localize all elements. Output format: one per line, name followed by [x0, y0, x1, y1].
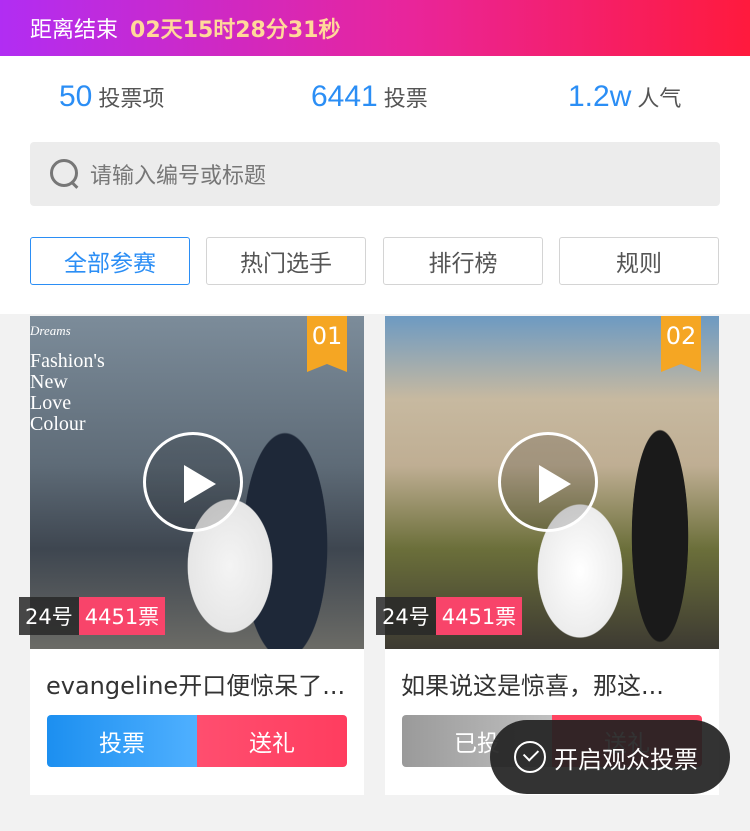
stat-value: 50 [59, 80, 93, 113]
countdown-label: 距离结束 [30, 18, 119, 43]
stat-vote-items: 50 投票项 [59, 80, 164, 114]
countdown-bar: 距离结束 02天15时28分31秒 [0, 0, 750, 56]
header-panel: 50 投票项 6441 投票 1.2w 人气 请输入编号或标题 全部参赛 热门选… [0, 56, 750, 314]
stat-label: 人气 [637, 87, 682, 112]
tab-rules[interactable]: 规则 [559, 237, 719, 285]
search-placeholder: 请输入编号或标题 [90, 164, 267, 189]
entry-title[interactable]: evangeline开口便惊呆了... [46, 666, 350, 701]
stat-popularity: 1.2w 人气 [568, 80, 681, 114]
audience-vote-label: 开启观众投票 [554, 745, 698, 774]
stat-value: 6441 [311, 80, 378, 113]
tab-leaderboard[interactable]: 排行榜 [383, 237, 543, 285]
check-circle-icon [514, 741, 546, 773]
tab-hot-players[interactable]: 热门选手 [206, 237, 366, 285]
entry-title[interactable]: 如果说这是惊喜，那这... [401, 666, 705, 701]
rank-ribbon: 01 [307, 316, 347, 372]
entry-vote-count: 4451票 [435, 597, 523, 635]
filter-tabs: 全部参赛 热门选手 排行榜 规则 [30, 237, 720, 285]
gift-button[interactable]: 送礼 [197, 715, 347, 767]
stats-row: 50 投票项 6441 投票 1.2w 人气 [0, 80, 750, 120]
stat-label: 投票项 [98, 87, 165, 112]
search-input[interactable]: 请输入编号或标题 [30, 142, 720, 206]
search-icon [50, 159, 80, 189]
stat-votes: 6441 投票 [311, 80, 428, 114]
entry-badges: 24号 4451票 [19, 597, 166, 635]
vote-button[interactable]: 投票 [47, 715, 197, 767]
entry-vote-count: 4451票 [78, 597, 166, 635]
rank-ribbon: 02 [661, 316, 701, 372]
tab-all-entries[interactable]: 全部参赛 [30, 237, 190, 285]
entry-number: 24号 [376, 597, 436, 635]
enable-audience-vote-button[interactable]: 开启观众投票 [490, 720, 730, 794]
stat-value: 1.2w [568, 80, 632, 113]
photo-overlay-text: Dreams Fashion's New Love Colour [30, 323, 105, 435]
play-icon[interactable] [498, 432, 598, 532]
entry-card[interactable]: Dreams Fashion's New Love Colour 01 24号 … [19, 316, 364, 795]
entry-number: 24号 [19, 597, 79, 635]
play-icon[interactable] [143, 432, 243, 532]
countdown-time: 02天15时28分31秒 [130, 18, 341, 43]
entry-badges: 24号 4451票 [376, 597, 523, 635]
stat-label: 投票 [383, 87, 428, 112]
